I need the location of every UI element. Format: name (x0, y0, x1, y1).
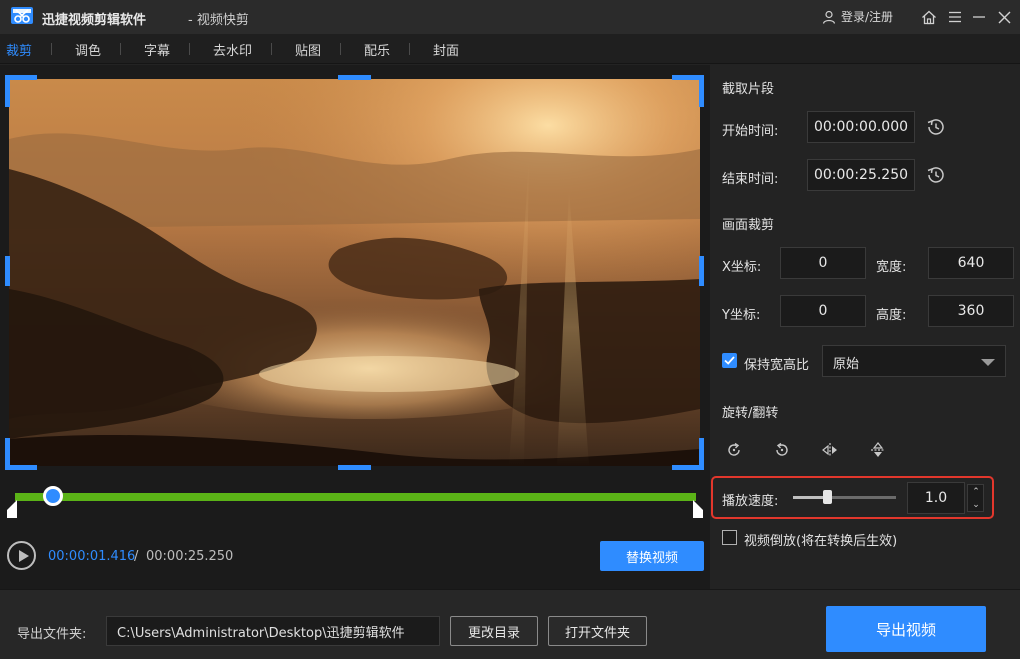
flip-horizontal-button[interactable] (819, 439, 841, 461)
aspect-ratio-value: 原始 (833, 357, 860, 372)
rotate-counterclockwise-button[interactable] (771, 439, 793, 461)
aspect-ratio-select[interactable]: 原始 (822, 345, 1006, 377)
tab-separator (120, 43, 121, 55)
close-button[interactable] (993, 6, 1015, 28)
tab-crop[interactable]: 裁剪 (6, 40, 32, 59)
reset-end-time-icon[interactable] (925, 164, 947, 186)
play-button[interactable] (7, 541, 36, 570)
speed-spinner: ⌃ ⌄ (967, 484, 984, 512)
current-time: 00:00:01.416 (48, 549, 136, 564)
speed-slider-knob[interactable] (822, 490, 832, 504)
rotate-clockwise-button[interactable] (723, 439, 745, 461)
start-time-label: 开始时间: (722, 124, 779, 139)
clip-section-title: 截取片段 (722, 82, 775, 97)
menu-button[interactable] (944, 6, 966, 28)
crop-handle-right[interactable] (699, 256, 704, 286)
speed-label: 播放速度: (722, 494, 779, 509)
speed-slider-fill (793, 496, 827, 499)
flip-vertical-icon (871, 442, 885, 457)
replace-video-button[interactable]: 替换视频 (600, 541, 704, 571)
rotate-section-title: 旋转/翻转 (722, 406, 779, 421)
tab-bar: 裁剪 调色 字幕 去水印 贴图 配乐 封面 (0, 34, 1020, 64)
dropdown-arrow-icon (981, 359, 995, 366)
y-coordinate-label: Y坐标: (722, 308, 761, 323)
chevron-up-icon[interactable]: ⌃ (971, 486, 981, 498)
time-separator: / (134, 549, 139, 564)
user-icon (822, 10, 836, 24)
end-time-input[interactable]: 00:00:25.250 (807, 159, 915, 191)
y-coordinate-input[interactable]: 0 (780, 295, 866, 327)
keep-aspect-ratio-label: 保持宽高比 (744, 358, 810, 373)
video-preview[interactable] (9, 79, 700, 466)
tab-separator (409, 43, 410, 55)
output-path-input[interactable]: C:\Users\Administrator\Desktop\迅捷剪辑软件 (106, 616, 440, 646)
trim-start-marker[interactable] (7, 500, 17, 518)
crop-handle-top[interactable] (338, 75, 371, 80)
open-folder-button[interactable]: 打开文件夹 (548, 616, 647, 646)
app-subtitle: - 视频快剪 (188, 13, 249, 28)
tab-subtitle[interactable]: 字幕 (144, 40, 170, 59)
tab-separator (51, 43, 52, 55)
width-input[interactable]: 640 (928, 247, 1014, 279)
tab-cover[interactable]: 封面 (433, 40, 459, 59)
menu-icon (949, 11, 961, 23)
change-directory-button[interactable]: 更改目录 (450, 616, 538, 646)
login-register-link[interactable]: 登录/注册 (822, 8, 893, 25)
speed-value-input[interactable]: 1.0 (907, 482, 965, 514)
height-input[interactable]: 360 (928, 295, 1014, 327)
crop-handle-top-left[interactable] (5, 75, 10, 107)
crop-handle-left[interactable] (5, 256, 10, 286)
login-label: 登录/注册 (841, 10, 894, 24)
reset-start-time-icon[interactable] (925, 116, 947, 138)
crop-handle-top-right[interactable] (699, 75, 704, 107)
tab-sticker[interactable]: 贴图 (295, 40, 321, 59)
app-title: 迅捷视频剪辑软件 (42, 13, 147, 28)
video-frame-image (9, 79, 700, 466)
tab-remove-watermark[interactable]: 去水印 (213, 40, 252, 59)
timeline-track[interactable] (15, 493, 696, 501)
trim-end-marker[interactable] (693, 500, 703, 518)
end-time-label: 结束时间: (722, 172, 779, 187)
x-coordinate-input[interactable]: 0 (780, 247, 866, 279)
total-time: 00:00:25.250 (146, 549, 234, 564)
close-icon (998, 11, 1010, 23)
playhead-knob[interactable] (43, 486, 64, 506)
minimize-icon (973, 16, 985, 18)
crop-handle-bottom-left[interactable] (5, 438, 10, 470)
tab-music[interactable]: 配乐 (364, 40, 390, 59)
home-button[interactable] (918, 6, 940, 28)
crop-handle-bottom[interactable] (338, 465, 371, 470)
x-coordinate-label: X坐标: (722, 260, 762, 275)
app-logo-icon (11, 7, 33, 24)
crop-section-title: 画面裁剪 (722, 218, 775, 233)
tab-separator (340, 43, 341, 55)
output-folder-label: 导出文件夹: (17, 627, 87, 642)
minimize-button[interactable] (968, 6, 990, 28)
flip-vertical-button[interactable] (867, 439, 889, 461)
reverse-video-checkbox[interactable] (722, 530, 737, 545)
tab-separator (271, 43, 272, 55)
width-label: 宽度: (876, 260, 907, 275)
chevron-down-icon[interactable]: ⌄ (971, 499, 981, 511)
start-time-input[interactable]: 00:00:00.000 (807, 111, 915, 143)
height-label: 高度: (876, 308, 907, 323)
keep-aspect-ratio-checkbox[interactable] (722, 353, 737, 368)
crop-handle-bottom-right[interactable] (699, 438, 704, 470)
title-bar: 迅捷视频剪辑软件 - 视频快剪 登录/注册 (0, 0, 1020, 34)
rotate-counterclockwise-icon (776, 442, 788, 456)
checkmark-icon (724, 356, 735, 365)
rotate-clockwise-icon (728, 442, 740, 456)
home-icon (922, 10, 936, 24)
flip-horizontal-icon (822, 443, 837, 457)
reverse-video-label: 视频倒放(将在转换后生效) (744, 534, 898, 549)
tab-color[interactable]: 调色 (75, 40, 101, 59)
export-video-button[interactable]: 导出视频 (826, 606, 986, 652)
tab-separator (189, 43, 190, 55)
